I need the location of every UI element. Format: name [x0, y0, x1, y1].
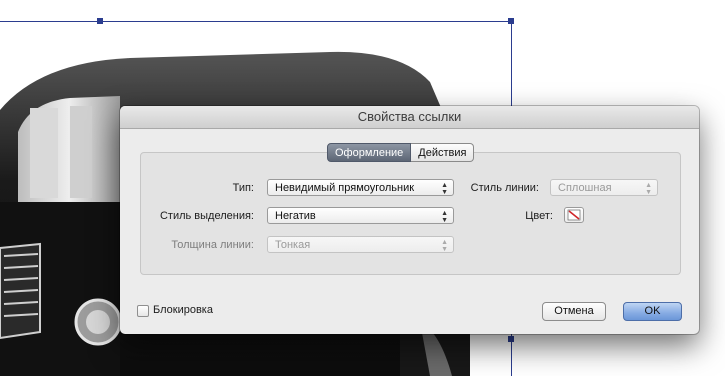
link-properties-dialog: Свойства ссылки Оформление Действия Тип:… [120, 106, 699, 334]
selection-frame-top [0, 21, 512, 22]
thickness-select-value: Тонкая [275, 239, 311, 251]
type-label: Тип: [232, 182, 254, 194]
select-arrows-icon: ▲ ▼ [441, 210, 448, 224]
frame-handle-top-center[interactable] [97, 18, 103, 24]
tab-appearance[interactable]: Оформление [327, 143, 412, 162]
ok-button[interactable]: OK [623, 302, 682, 321]
select-arrows-icon: ▲ ▼ [645, 182, 652, 196]
highlight-style-select[interactable]: Негатив ▲ ▼ [267, 207, 454, 224]
thickness-select[interactable]: Тонкая ▲ ▼ [267, 236, 454, 253]
thickness-label: Толщина линии: [171, 239, 254, 251]
line-style-select[interactable]: Сплошная ▲ ▼ [550, 179, 658, 196]
line-style-select-value: Сплошная [558, 182, 612, 194]
highlight-style-label: Стиль выделения: [159, 210, 254, 222]
color-swatch-button[interactable] [564, 207, 584, 223]
tab-actions[interactable]: Действия [411, 143, 475, 162]
frame-handle-right-bottom[interactable] [508, 336, 514, 342]
color-label: Цвет: [525, 210, 553, 222]
type-select-value: Невидимый прямоугольник [275, 182, 415, 194]
frame-handle-top-right[interactable] [508, 18, 514, 24]
tab-switcher: Оформление Действия [327, 143, 475, 162]
cancel-button[interactable]: Отмена [542, 302, 606, 321]
select-arrows-icon: ▲ ▼ [441, 182, 448, 196]
lock-checkbox[interactable] [137, 305, 149, 317]
lock-label[interactable]: Блокировка [153, 304, 213, 316]
line-style-label: Стиль линии: [470, 182, 539, 194]
dialog-title: Свойства ссылки [120, 106, 699, 129]
no-color-swatch-icon [567, 209, 581, 221]
highlight-style-select-value: Негатив [275, 210, 316, 222]
type-select[interactable]: Невидимый прямоугольник ▲ ▼ [267, 179, 454, 196]
select-arrows-icon: ▲ ▼ [441, 239, 448, 253]
